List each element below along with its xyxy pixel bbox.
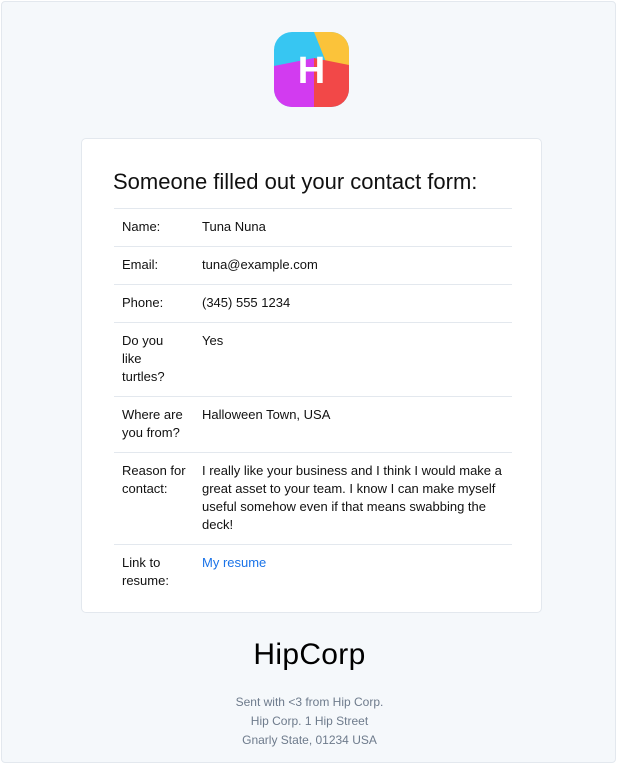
table-row: Link to resume: My resume <box>114 544 512 601</box>
table-row: Where are you from? Halloween Town, USA <box>114 396 512 453</box>
table-row: Phone: (345) 555 1234 <box>114 284 512 323</box>
field-label-email: Email: <box>122 257 159 272</box>
field-label-turtles: Do you like turtles? <box>122 333 165 384</box>
contact-form-card: Someone filled out your contact form: Na… <box>81 138 542 613</box>
brand-wordmark: HipCorp <box>253 638 366 671</box>
field-value-name: Tuna Nuna <box>202 219 266 234</box>
field-value-reason: I really like your business and I think … <box>202 463 502 532</box>
table-row: Name: Tuna Nuna <box>114 208 512 247</box>
hipcorp-logo-icon: H <box>274 32 349 107</box>
footer-line-sent-with: Sent with <3 from Hip Corp. <box>235 695 384 709</box>
logo-letter: H <box>298 50 325 92</box>
card-title: Someone filled out your contact form: <box>113 169 478 194</box>
field-label-origin: Where are you from? <box>122 407 183 440</box>
field-value-email: tuna@example.com <box>202 257 318 272</box>
field-label-reason: Reason for contact: <box>122 463 186 496</box>
field-label-name: Name: <box>122 219 161 234</box>
field-value-turtles: Yes <box>202 333 224 348</box>
table-row: Email: tuna@example.com <box>114 246 512 285</box>
table-row: Do you like turtles? Yes <box>114 322 512 397</box>
table-row: Reason for contact: I really like your b… <box>114 452 512 545</box>
field-value-origin: Halloween Town, USA <box>202 407 331 422</box>
footer-line-state: Gnarly State, 01234 USA <box>242 733 377 747</box>
footer-line-address: Hip Corp. 1 Hip Street <box>250 714 369 728</box>
contact-fields-table: Name: Tuna Nuna Email: tuna@example.com … <box>114 208 512 600</box>
field-label-phone: Phone: <box>122 295 164 310</box>
field-value-resume: My resume <box>194 545 512 601</box>
email-footer: Sent with <3 from Hip Corp. Hip Corp. 1 … <box>2 693 617 750</box>
field-value-phone: (345) 555 1234 <box>202 295 291 310</box>
email-body: H Someone filled out your contact form: … <box>1 1 616 763</box>
field-label-resume: Link to resume: <box>122 555 169 588</box>
resume-link[interactable]: My resume <box>202 555 266 570</box>
